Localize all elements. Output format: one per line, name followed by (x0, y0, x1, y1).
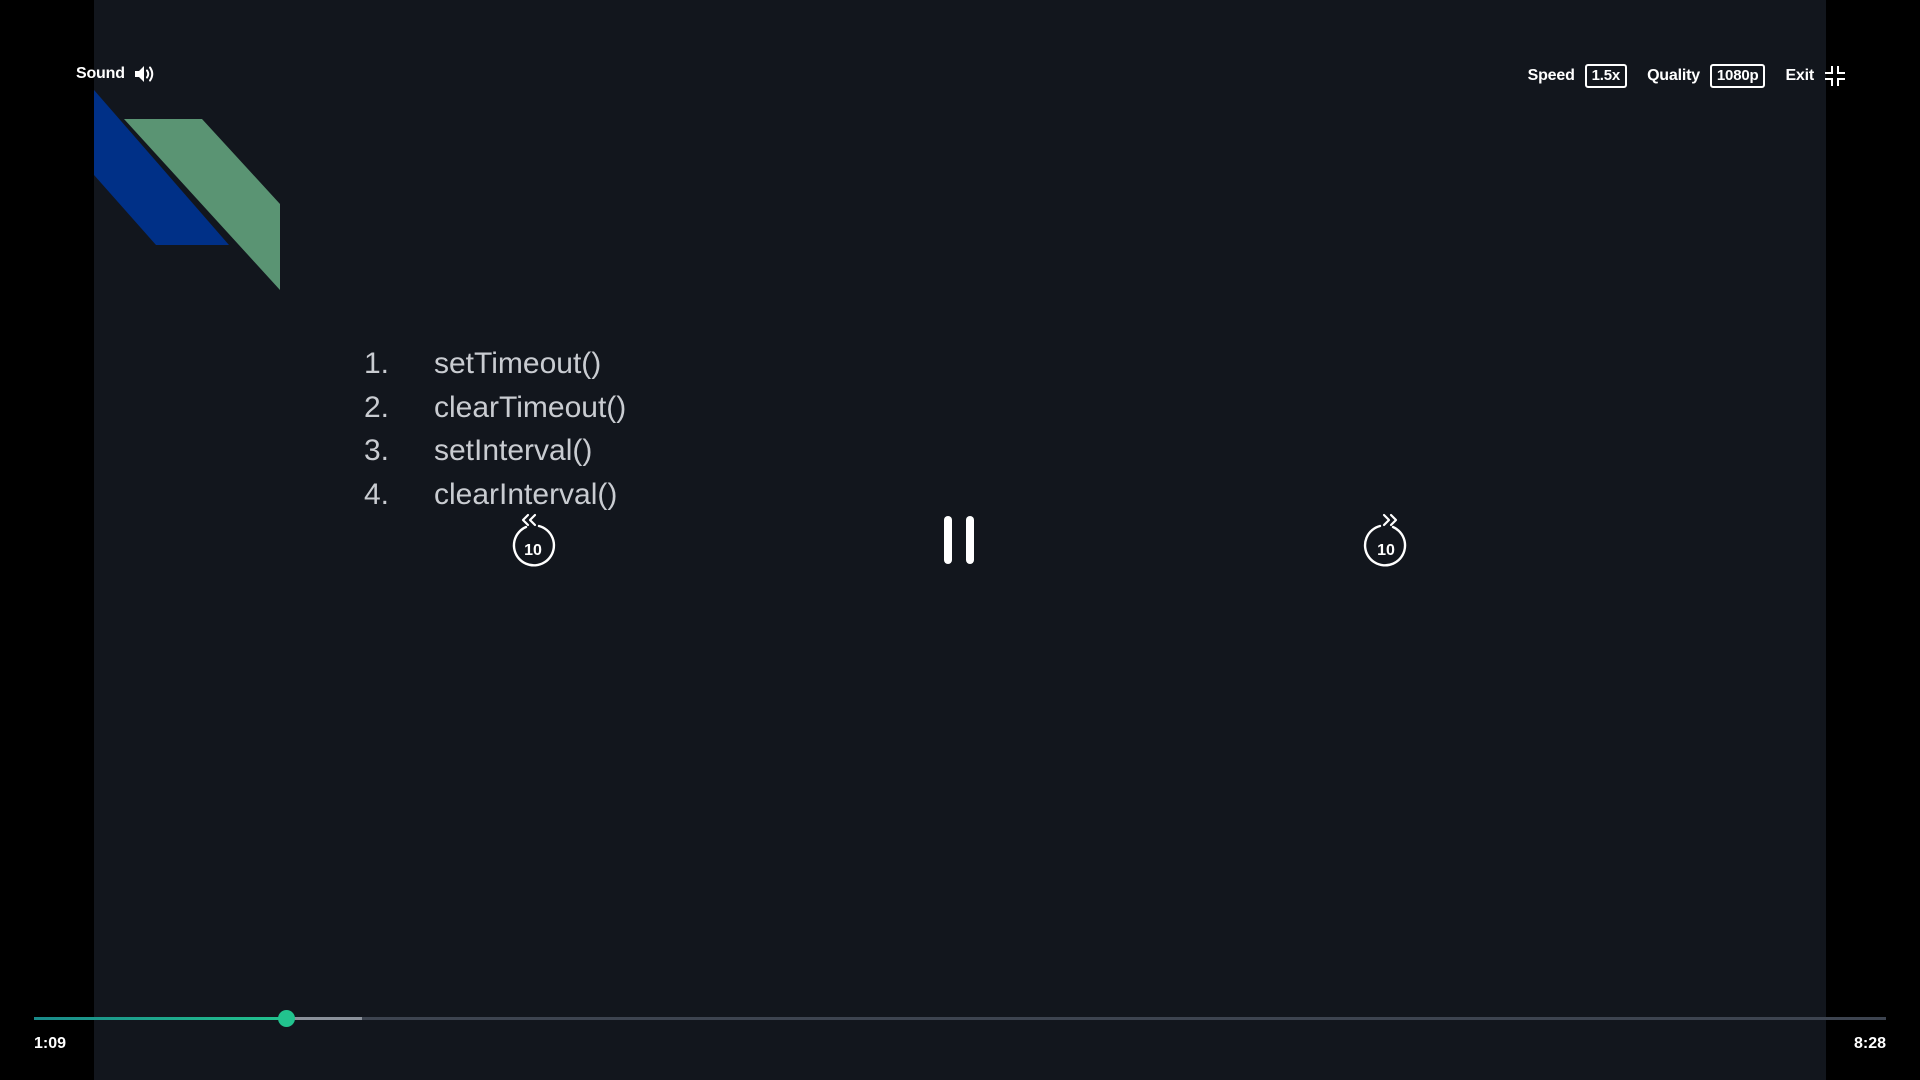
slide-decoration (94, 90, 280, 290)
quality-label: Quality (1647, 67, 1700, 84)
list-text: setInterval() (434, 434, 593, 467)
rewind-10-button[interactable]: 10 (506, 510, 560, 570)
forward-10-button[interactable]: 10 (1359, 510, 1413, 570)
list-item: 3. setInterval() (364, 429, 626, 473)
rewind-seconds: 10 (524, 542, 542, 559)
quality-button[interactable]: 1080p (1709, 64, 1766, 88)
exit-fullscreen-icon[interactable] (1824, 65, 1846, 87)
top-right-controls: Speed 1.5x Quality 1080p Exit (1528, 64, 1846, 88)
exit-label[interactable]: Exit (1785, 67, 1814, 85)
current-time: 1:09 (34, 1035, 67, 1052)
list-text: clearTimeout() (434, 390, 627, 424)
list-text: setTimeout() (434, 347, 602, 380)
rewind-icon: 10 (512, 513, 556, 567)
pause-button[interactable] (936, 512, 982, 568)
progress-handle[interactable] (277, 1010, 295, 1027)
slide-list: 1. setTimeout() 2. clearTimeout() 3. setInt… (364, 342, 626, 516)
pause-icon (944, 516, 974, 564)
video-player: 1. setTimeout() 2. clearTimeout() 3. setInt… (0, 0, 1920, 1080)
list-number: 1. (364, 347, 390, 380)
list-number: 2. (364, 390, 390, 424)
speaker-volume-icon (133, 64, 157, 84)
progress-bar[interactable] (34, 1010, 1886, 1027)
speed-label: Speed (1527, 67, 1575, 84)
list-item: 1. setTimeout() (364, 342, 626, 386)
total-time: 8:28 (1853, 1035, 1886, 1052)
list-number: 4. (364, 477, 390, 511)
list-item: 4. clearInterval() (364, 473, 626, 517)
sound-button[interactable]: Sound (76, 64, 157, 84)
list-item: 2. clearTimeout() (364, 386, 626, 430)
speed-button[interactable]: 1.5x (1584, 64, 1628, 88)
sound-label: Sound (76, 65, 125, 82)
progress-played (34, 1017, 286, 1020)
list-number: 3. (364, 434, 390, 467)
forward-seconds: 10 (1377, 542, 1395, 559)
forward-icon: 10 (1363, 513, 1407, 567)
